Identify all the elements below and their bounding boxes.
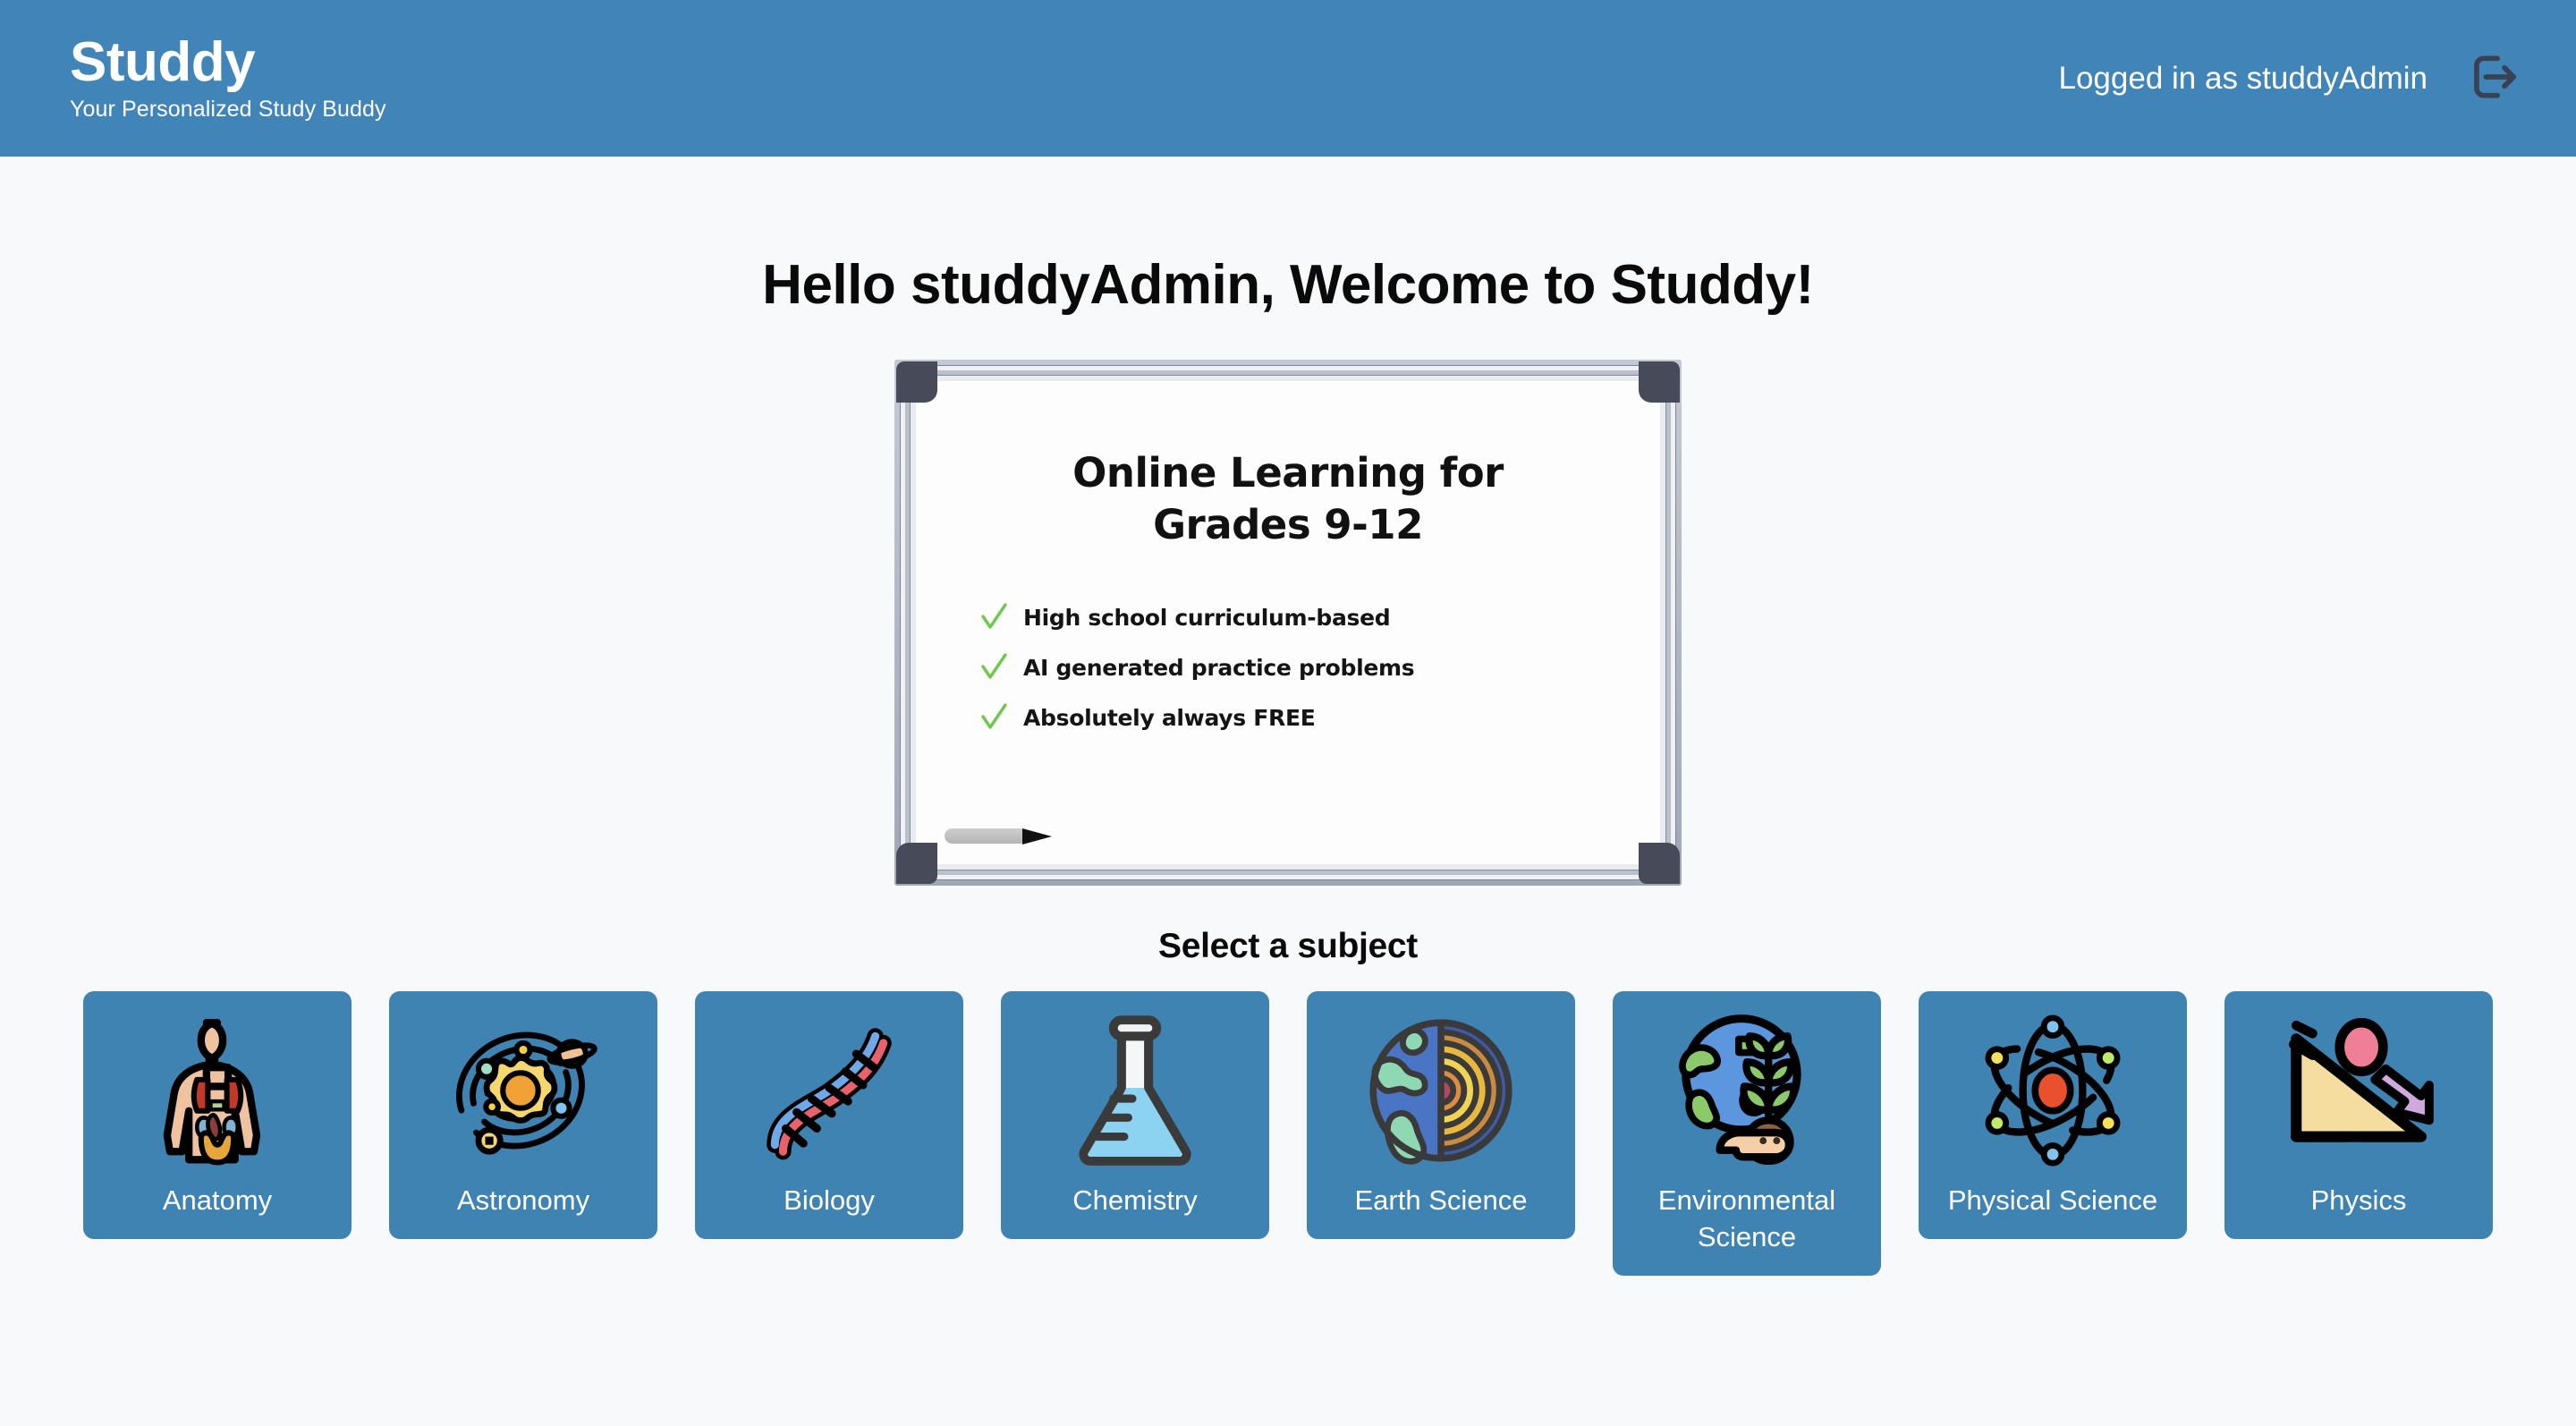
subject-card-earth-science[interactable]: Earth Science bbox=[1307, 991, 1575, 1239]
solar-system-icon bbox=[442, 1009, 605, 1172]
subject-card-physical-science[interactable]: Physical Science bbox=[1919, 991, 2187, 1239]
subject-card-label: Physical Science bbox=[1947, 1184, 2158, 1216]
dna-helix-icon bbox=[748, 1009, 911, 1172]
brand-block: Studdy Your Personalized Study Buddy bbox=[70, 34, 386, 123]
logout-icon bbox=[2465, 49, 2521, 107]
welcome-heading: Hello studdyAdmin, Welcome to Studdy! bbox=[762, 254, 1814, 316]
login-status-text: Logged in as studdyAdmin bbox=[2058, 60, 2428, 96]
brand-tagline: Your Personalized Study Buddy bbox=[70, 97, 386, 123]
logout-button[interactable] bbox=[2462, 46, 2524, 111]
whiteboard-bullet-text: High school curriculum-based bbox=[1023, 604, 1391, 631]
brand-title: Studdy bbox=[70, 30, 256, 93]
erlenmeyer-flask-icon bbox=[1054, 1009, 1216, 1172]
whiteboard-title: Online Learning for Grades 9-12 bbox=[1072, 447, 1504, 550]
whiteboard-corner-bracket bbox=[1639, 361, 1680, 403]
subject-card-label: Physics bbox=[2310, 1184, 2407, 1216]
subject-card-label: Biology bbox=[784, 1184, 875, 1216]
whiteboard-bullet-text: AI generated practice problems bbox=[1023, 654, 1415, 681]
whiteboard-bullet-text: Absolutely always FREE bbox=[1023, 704, 1316, 731]
atom-icon bbox=[1971, 1009, 2134, 1172]
subject-card-physics[interactable]: Physics bbox=[2224, 991, 2493, 1239]
subject-card-anatomy[interactable]: Anatomy bbox=[83, 991, 352, 1239]
whiteboard-bullet-item: Absolutely always FREE bbox=[980, 702, 1414, 733]
subject-card-chemistry[interactable]: Chemistry bbox=[1001, 991, 1269, 1239]
whiteboard-corner-bracket bbox=[896, 361, 937, 403]
whiteboard-surface: Online Learning for Grades 9-12 High sch… bbox=[916, 381, 1660, 864]
ball-on-incline-icon bbox=[2277, 1009, 2440, 1172]
whiteboard-promo-image: Online Learning for Grades 9-12 High sch… bbox=[894, 360, 1682, 886]
subject-card-label: Anatomy bbox=[162, 1184, 273, 1216]
header-right-group: Logged in as studdyAdmin bbox=[2059, 46, 2525, 111]
check-icon bbox=[980, 652, 1007, 683]
earth-layers-icon bbox=[1360, 1009, 1522, 1172]
check-icon bbox=[980, 702, 1007, 733]
subject-card-astronomy[interactable]: Astronomy bbox=[389, 991, 657, 1239]
whiteboard-bullet-item: AI generated practice problems bbox=[980, 652, 1415, 683]
whiteboard-bullet-list: High school curriculum-based AI generate… bbox=[980, 602, 1415, 733]
subject-card-environmental-science[interactable]: Environmental Science bbox=[1613, 991, 1881, 1276]
whiteboard-title-line-2: Grades 9-12 bbox=[1153, 500, 1423, 548]
human-body-icon bbox=[136, 1009, 299, 1172]
whiteboard-corner-bracket bbox=[1639, 843, 1680, 884]
subject-card-label: Environmental Science bbox=[1657, 1184, 1836, 1252]
subject-card-biology[interactable]: Biology bbox=[695, 991, 963, 1239]
check-icon bbox=[980, 602, 1007, 632]
main-content: Hello studdyAdmin, Welcome to Studdy! On… bbox=[0, 157, 2576, 1276]
whiteboard-title-line-1: Online Learning for bbox=[1072, 449, 1504, 497]
whiteboard-bullet-item: High school curriculum-based bbox=[980, 602, 1414, 632]
whiteboard-marker-icon bbox=[945, 828, 1052, 845]
select-subject-heading: Select a subject bbox=[1157, 927, 1418, 965]
subject-grid: Anatomy Astronomy Biology Chemistry Eart… bbox=[0, 991, 2576, 1276]
globe-plant-hand-icon bbox=[1665, 1009, 1828, 1172]
subject-card-label: Astronomy bbox=[456, 1184, 590, 1216]
subject-card-label: Earth Science bbox=[1354, 1184, 1528, 1216]
whiteboard-corner-bracket bbox=[896, 843, 937, 884]
subject-card-label: Chemistry bbox=[1072, 1184, 1198, 1216]
app-header: Studdy Your Personalized Study Buddy Log… bbox=[0, 0, 2576, 157]
